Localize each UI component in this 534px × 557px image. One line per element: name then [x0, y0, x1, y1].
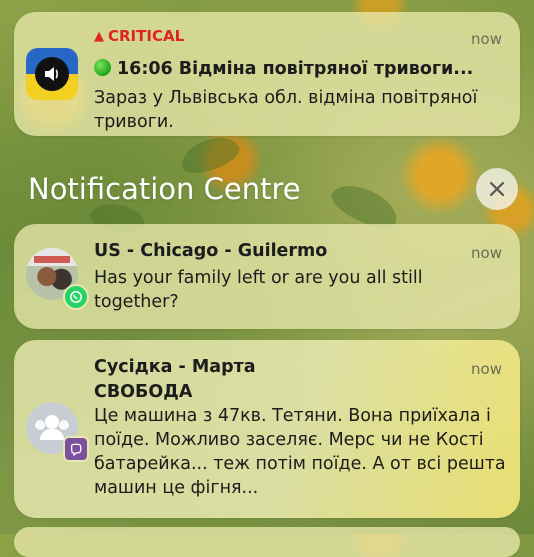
green-circle-icon: [94, 59, 111, 76]
speaker-icon: [45, 67, 58, 81]
notification-title: US - Chicago - Guilermo: [94, 241, 328, 261]
critical-label: ▲ CRITICAL: [94, 27, 185, 45]
close-icon: [489, 181, 505, 197]
notification-title: Сусідка - Марта: [94, 357, 256, 377]
notification-partial[interactable]: [14, 527, 520, 557]
notification-air-alert[interactable]: ▲ CRITICAL now 16:06 Відміна повітряної …: [14, 12, 520, 136]
notification-whatsapp[interactable]: now US - Chicago - Guilermo Has your fam…: [14, 224, 520, 329]
air-alert-app-icon: [26, 48, 78, 100]
notification-time: now: [471, 244, 502, 262]
notification-title: 16:06 Відміна повітряної тривоги...: [94, 59, 473, 79]
notification-body: Has your family left or are you all stil…: [94, 268, 423, 312]
notification-subtitle: СВОБОДА: [94, 382, 193, 402]
close-button[interactable]: [476, 168, 518, 210]
warning-icon: ▲: [94, 28, 104, 44]
whatsapp-icon: [63, 284, 89, 310]
notification-time: now: [471, 360, 502, 378]
viber-icon: [63, 436, 89, 462]
notification-time: now: [471, 30, 502, 48]
notification-viber[interactable]: now Сусідка - Марта СВОБОДА Це машина з …: [14, 340, 520, 518]
notification-body: Це машина з 47кв. Тетяни. Вона приїхала …: [94, 406, 506, 498]
notification-body: Зараз у Львівська обл. відміна повітряно…: [94, 88, 478, 132]
notification-centre-title: Notification Centre: [28, 172, 301, 206]
